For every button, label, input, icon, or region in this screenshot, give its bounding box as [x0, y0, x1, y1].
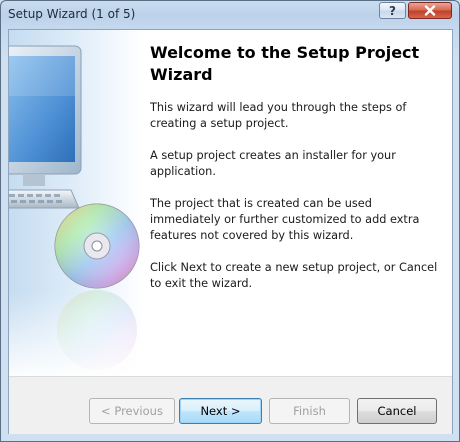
- finish-button[interactable]: Finish: [269, 398, 350, 424]
- wizard-window: Setup Wizard (1 of 5) ? Welcome to the S…: [0, 0, 460, 442]
- instructions-paragraph: Click Next to create a new setup project…: [150, 261, 438, 290]
- close-button[interactable]: [408, 2, 452, 19]
- wizard-button-bar: < Previous Next > Finish Cancel: [9, 376, 452, 434]
- computer-cd-illustration: [9, 45, 143, 376]
- customization-paragraph: The project that is created can be used …: [150, 197, 420, 242]
- next-button[interactable]: Next >: [179, 398, 262, 424]
- wizard-heading: Welcome to the Setup Project Wizard: [150, 43, 420, 84]
- cancel-button[interactable]: Cancel: [357, 398, 437, 424]
- help-icon: ?: [389, 3, 396, 18]
- setup-project-paragraph: A setup project creates an installer for…: [150, 149, 396, 178]
- previous-button[interactable]: < Previous: [89, 398, 175, 424]
- title-bar[interactable]: Setup Wizard (1 of 5) ?: [1, 1, 459, 29]
- close-icon: [424, 5, 436, 16]
- window-title: Setup Wizard (1 of 5): [8, 7, 136, 21]
- wizard-content: Welcome to the Setup Project Wizard This…: [149, 30, 449, 376]
- wizard-client-area: Welcome to the Setup Project Wizard This…: [8, 29, 453, 434]
- wizard-side-image: [9, 30, 143, 376]
- help-button[interactable]: ?: [379, 2, 406, 19]
- intro-paragraph: This wizard will lead you through the st…: [150, 101, 407, 130]
